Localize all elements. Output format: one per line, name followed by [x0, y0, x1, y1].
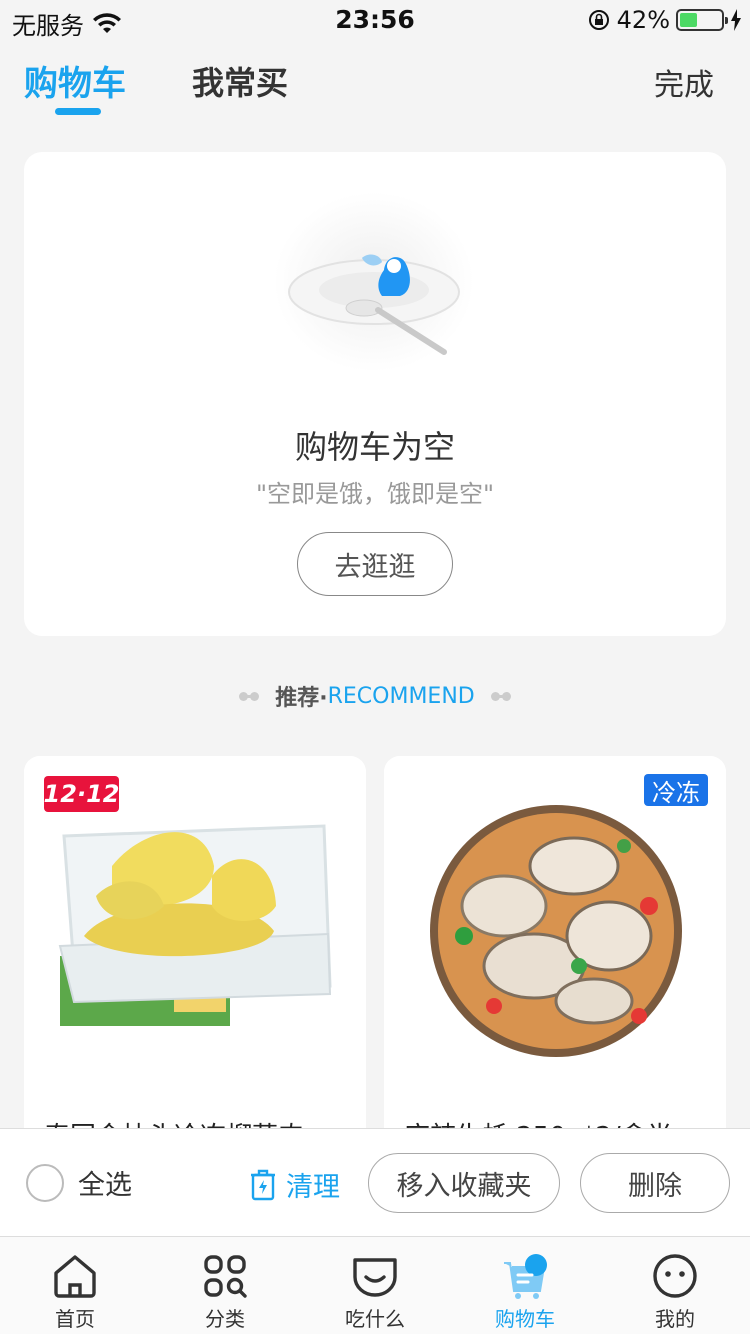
recommend-header: 推荐· RECOMMEND — [0, 680, 750, 712]
rotation-lock-icon — [588, 10, 609, 30]
tabbar-label: 购物车 — [495, 1307, 555, 1331]
product-card[interactable]: 12·12 泰国金枕头冷冻榴莲肉 — [24, 756, 366, 1176]
tabbar-label: 分类 — [205, 1307, 245, 1331]
select-all[interactable]: 全选 — [26, 1163, 132, 1202]
select-all-label: 全选 — [78, 1170, 132, 1201]
status-right: 42% — [587, 6, 742, 34]
select-all-radio[interactable] — [26, 1163, 64, 1202]
decoration-left — [239, 690, 260, 702]
decoration-right — [490, 690, 511, 702]
browse-button[interactable]: 去逛逛 — [297, 532, 453, 596]
tab-cart[interactable]: 购物车 — [24, 56, 126, 105]
recommend-label: 推荐· — [275, 686, 328, 711]
charging-icon — [731, 9, 741, 31]
tab-frequently-bought[interactable]: 我常买 — [192, 58, 288, 104]
bottom-tab-bar: 首页 分类 吃什么 购物车 我的 — [0, 1236, 750, 1334]
tabbar-item-category[interactable]: 分类 — [150, 1237, 300, 1334]
trash-bolt-icon — [251, 1169, 275, 1200]
tabbar-item-home[interactable]: 首页 — [0, 1237, 150, 1334]
empty-plate-illustration — [274, 192, 474, 372]
tabbar-label: 我的 — [655, 1307, 695, 1331]
frozen-badge: 冷冻 — [644, 774, 708, 807]
delete-button[interactable]: 删除 — [580, 1153, 730, 1213]
battery-percent: 42% — [616, 6, 670, 34]
move-to-favorites-button[interactable]: 移入收藏夹 — [368, 1153, 560, 1213]
tabbar-label: 吃什么 — [345, 1307, 405, 1331]
home-icon — [54, 1255, 96, 1298]
profile-icon — [653, 1254, 697, 1298]
tabbar-label: 首页 — [55, 1307, 95, 1331]
battery-icon — [676, 9, 728, 31]
status-bar: 无服务 23:56 42% — [0, 0, 750, 40]
sale-badge: 12·12 — [44, 776, 119, 812]
eat-icon — [353, 1258, 397, 1297]
cart-icon — [504, 1254, 547, 1299]
empty-cart-title: 购物车为空 — [294, 428, 455, 466]
cart-action-bar: 全选 清理 移入收藏夹 删除 — [0, 1128, 750, 1236]
product-card[interactable]: 冷冻 麻辣生蚝 250g*2/盒半 — [384, 756, 726, 1176]
recommend-label-en: RECOMMEND — [327, 683, 475, 709]
tabbar-item-profile[interactable]: 我的 — [600, 1237, 750, 1334]
tabbar-item-cart[interactable]: 购物车 — [450, 1237, 600, 1334]
category-icon — [204, 1255, 247, 1298]
clean-label: 清理 — [286, 1172, 340, 1203]
done-button[interactable]: 完成 — [654, 60, 714, 104]
empty-cart-card: 购物车为空 "空即是饿，饿即是空" 去逛逛 — [24, 152, 726, 636]
battery-level — [680, 13, 697, 27]
clean-button[interactable]: 清理 — [250, 1165, 340, 1204]
header: 购物车 我常买 完成 — [0, 48, 750, 128]
tabbar-item-eat[interactable]: 吃什么 — [300, 1237, 450, 1334]
empty-cart-subtitle: "空即是饿，饿即是空" — [255, 480, 495, 508]
active-tab-indicator — [55, 108, 101, 115]
